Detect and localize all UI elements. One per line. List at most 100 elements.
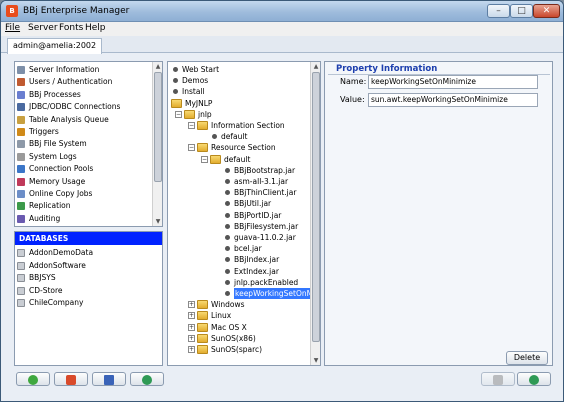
server-list-scrollbar[interactable]: ▲ ▼ (152, 62, 162, 226)
scroll-down-arrow-icon[interactable]: ▼ (153, 217, 162, 226)
server-items-panel: Server Information Users / Authentication… (14, 61, 163, 227)
databases-header: DATABASES (15, 232, 162, 245)
server-info-icon (17, 66, 25, 74)
name-field[interactable]: keepWorkingSetOnMinimize (368, 75, 538, 89)
main-window: B BBj Enterprise Manager – □ ✕ File Serv… (0, 0, 564, 402)
folder-icon (197, 333, 208, 343)
tree-node-label: Linux (211, 311, 232, 321)
server-item-label: BBj Processes (29, 89, 81, 99)
bullet-icon (225, 179, 230, 184)
collapse-icon[interactable]: − (201, 155, 208, 163)
queue-icon (17, 115, 25, 124)
anchor-icon (66, 375, 76, 385)
tree-node-label: BBjIndex.jar (234, 255, 280, 265)
tree-node-label: default (224, 154, 251, 164)
add-button[interactable] (16, 372, 50, 386)
bullet-icon (225, 167, 230, 173)
value-label: Value: (340, 95, 365, 104)
bullet-icon (225, 268, 230, 274)
window-title: BBj Enterprise Manager (23, 6, 130, 16)
folder-icon (197, 322, 208, 332)
memory-icon (17, 177, 25, 186)
tree-scroll-up-icon[interactable]: ▲ (311, 62, 320, 71)
tree-node-label: Demos (182, 76, 209, 86)
tree-node-label: SunOS(sparc) (211, 345, 263, 354)
collapse-icon[interactable]: − (175, 110, 182, 118)
name-label: Name: (340, 77, 367, 86)
replication-icon (17, 202, 25, 211)
expand-icon[interactable]: + (188, 323, 195, 331)
minimize-button[interactable]: – (487, 4, 510, 18)
expand-icon[interactable]: + (188, 301, 195, 309)
value-field[interactable]: sun.awt.keepWorkingSetOnMinimize (368, 93, 538, 107)
folder-icon (197, 300, 208, 310)
scroll-up-arrow-icon[interactable]: ▲ (153, 62, 162, 71)
tree-node-label: asm-all-3.1.jar (234, 177, 289, 186)
tab-server-connection[interactable]: admin@amelia:2002 (7, 38, 103, 54)
close-button[interactable]: ✕ (533, 4, 560, 18)
database-label: CD-Store (29, 285, 63, 295)
menu-file[interactable]: File (5, 23, 20, 33)
apply-refresh-button[interactable] (517, 372, 551, 386)
menu-help[interactable]: Help (85, 23, 106, 33)
tree-scroll-down-icon[interactable]: ▼ (311, 356, 320, 365)
bullet-icon (225, 246, 230, 252)
tree-scrollbar[interactable]: ▲ ▼ (310, 62, 320, 365)
menu-fonts[interactable]: Fonts (59, 23, 83, 33)
tree-node-label: BBjThinClient.jar (234, 188, 297, 198)
tree-node-label: keepWorkingSetOnMi (234, 288, 317, 299)
collapse-icon[interactable]: − (188, 144, 195, 152)
bullet-icon (225, 235, 230, 240)
databases-panel: DATABASES AddonDemoData AddonSoftware BBJS… (14, 231, 163, 366)
title-bar[interactable]: B BBj Enterprise Manager – □ ✕ (1, 1, 563, 22)
collapse-icon[interactable]: − (188, 122, 195, 129)
expand-icon[interactable]: + (188, 334, 195, 342)
bullet-icon (225, 257, 230, 263)
bullet-icon (225, 279, 230, 285)
tree-node-label: default (221, 132, 248, 142)
delete-property-button[interactable]: Delete (506, 351, 548, 365)
tree-node-label: Web Start (182, 65, 220, 74)
database-icon (17, 249, 25, 257)
database-label: BBJSYS (29, 273, 56, 282)
refresh-button[interactable] (130, 372, 164, 386)
tree-node-label: jnlp (198, 109, 212, 119)
server-item-label: BBj File System (29, 139, 87, 149)
database-icon (17, 274, 25, 282)
folder-icon (197, 121, 208, 130)
tree-node-label: Information Section (211, 121, 285, 130)
connections-icon (17, 103, 25, 112)
bullet-icon (225, 291, 230, 296)
expand-icon[interactable]: + (188, 346, 195, 353)
anchor-button[interactable] (54, 372, 88, 386)
database-label: AddonDemoData (29, 248, 94, 257)
tree-node-label: BBjBootstrap.jar (234, 165, 296, 175)
bullet-icon (225, 223, 230, 229)
folder-icon (197, 345, 208, 354)
database-icon (17, 286, 25, 295)
database-icon (17, 261, 25, 270)
tree-node-label: Mac OS X (211, 322, 247, 332)
auditing-icon (17, 214, 25, 223)
users-icon (17, 78, 25, 87)
menu-bar: File Server Fonts Help (1, 22, 563, 36)
expand-icon[interactable]: + (188, 312, 195, 320)
tree-node-label: Install (182, 87, 205, 97)
processes-icon (17, 90, 25, 99)
tree-node-label: guava-11.0.2.jar (234, 233, 296, 242)
tree-node-label: Windows (211, 300, 245, 310)
delete-database-button[interactable] (92, 372, 126, 386)
tree-node-label: SunOS(x86) (211, 333, 256, 343)
folder-icon (197, 143, 208, 153)
database-icon (17, 299, 25, 307)
tree-node-label: BBjUtil.jar (234, 199, 272, 209)
bullet-icon (225, 190, 230, 196)
disabled-button[interactable] (481, 372, 515, 386)
app-logo-icon: B (6, 5, 18, 17)
menu-server[interactable]: Server (28, 23, 58, 33)
scroll-thumb[interactable] (154, 72, 162, 182)
bullet-icon (173, 89, 178, 95)
maximize-button[interactable]: □ (510, 4, 533, 18)
tree-node-label: bcel.jar (234, 244, 262, 254)
tree-scroll-thumb[interactable] (312, 72, 320, 342)
